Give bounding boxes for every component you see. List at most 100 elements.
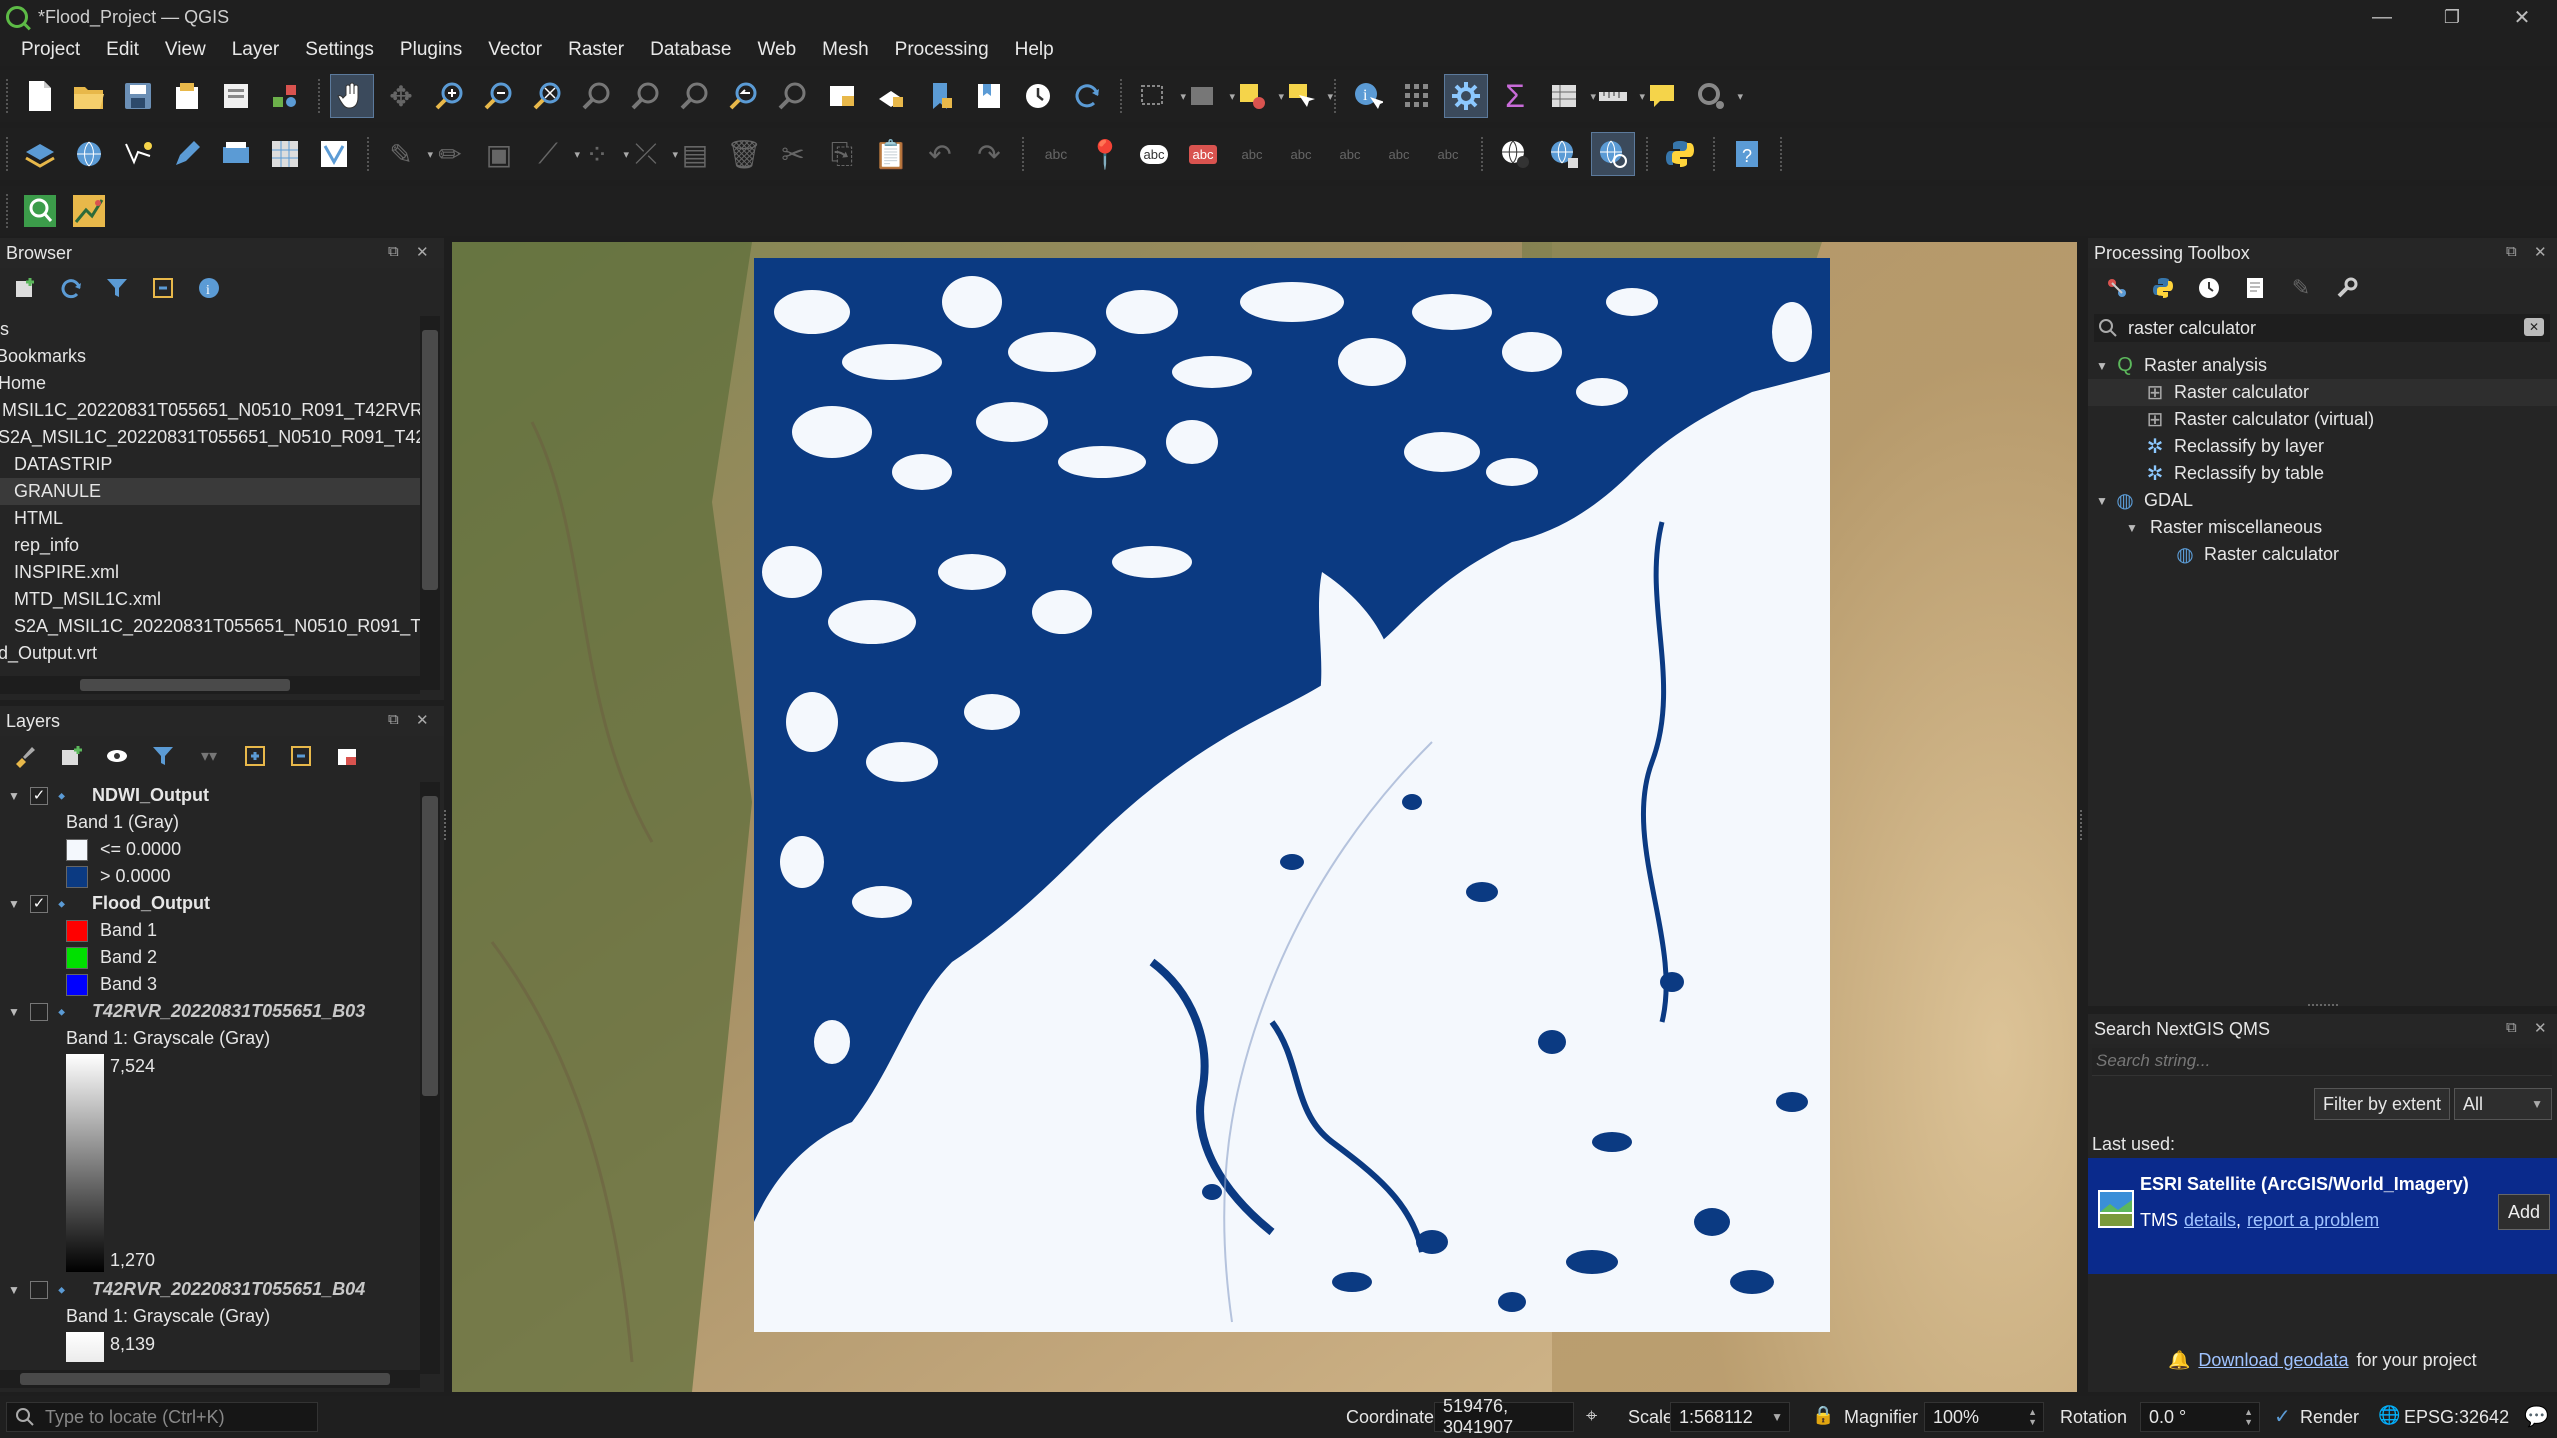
locator-search-field[interactable]: Type to locate (Ctrl+K) [6, 1402, 318, 1432]
statistical-summary-icon[interactable]: Σ [1493, 74, 1537, 118]
add-layer-icon[interactable] [67, 132, 111, 176]
toolbar-grip[interactable] [6, 79, 10, 113]
right-dock-splitter[interactable] [2080, 810, 2088, 840]
modify-attributes-icon[interactable]: ⤫ ▾ [624, 132, 678, 176]
browser-horizontal-scrollbar[interactable] [0, 676, 420, 694]
collapse-toggle-icon[interactable]: ▼ [2122, 521, 2142, 535]
models-icon[interactable] [2100, 271, 2134, 305]
browser-item-mtd[interactable]: MTD_MSIL1C.xml [0, 586, 420, 613]
browser-item-home[interactable]: Home [0, 370, 420, 397]
processing-options-icon[interactable] [2330, 271, 2364, 305]
zoom-next-icon[interactable] [771, 74, 815, 118]
label-tool-icon[interactable]: abc [1034, 132, 1078, 176]
menu-mesh[interactable]: Mesh [809, 39, 881, 61]
magnifier-field[interactable]: 100% ▲ ▼ [1924, 1402, 2044, 1432]
close-panel-icon[interactable]: ✕ [2534, 1019, 2547, 1037]
tree-group-raster-analysis[interactable]: ▼ Q Raster analysis [2088, 352, 2557, 379]
menu-edit[interactable]: Edit [93, 39, 152, 61]
render-checkbox[interactable]: ✓ [2274, 1404, 2294, 1428]
qms-service-card[interactable]: ESRI Satellite (ArcGIS/World_Imagery) TM… [2088, 1158, 2557, 1274]
edit-features-in-place-icon[interactable]: ✎ [2284, 271, 2318, 305]
manage-map-themes-icon[interactable] [100, 739, 134, 773]
open-layer-styling-icon[interactable] [8, 739, 42, 773]
menu-processing[interactable]: Processing [882, 39, 1002, 61]
move-label-icon[interactable]: abc [1377, 132, 1421, 176]
map-render[interactable] [452, 242, 2077, 1392]
collapse-toggle-icon[interactable]: ▼ [8, 1283, 22, 1297]
new-3d-map-view-icon[interactable] [869, 74, 913, 118]
pin-unpin-labels-icon[interactable]: abc [1279, 132, 1323, 176]
maximize-button[interactable]: ❐ [2420, 0, 2484, 34]
open-project-icon[interactable] [67, 74, 111, 118]
browser-item[interactable]: S2A_MSIL1C_20220831T055651_N0510_R091_T4… [0, 613, 420, 640]
menu-help[interactable]: Help [1002, 39, 1067, 61]
save-edits-icon[interactable]: ▣ [477, 132, 521, 176]
menu-web[interactable]: Web [744, 39, 809, 61]
attribute-table-icon[interactable]: ▾ [1542, 74, 1596, 118]
current-edits-icon[interactable]: ✎ ▾ [379, 132, 433, 176]
left-dock-splitter[interactable] [444, 810, 452, 840]
close-panel-icon[interactable]: ✕ [416, 243, 429, 261]
georeferencer-icon[interactable] [67, 189, 111, 233]
temporal-controller-icon[interactable] [1016, 74, 1060, 118]
locator-search-icon[interactable] [18, 189, 62, 233]
zoom-to-layer-icon[interactable] [624, 74, 668, 118]
tree-item-reclassify-by-layer[interactable]: ✲ Reclassify by layer [2088, 433, 2557, 460]
dock-splitter[interactable] [2308, 1004, 2338, 1008]
lock-scale-icon[interactable]: 🔒 [1812, 1405, 1834, 1426]
tree-item-gdal-raster-calculator[interactable]: ◍ Raster calculator [2088, 541, 2557, 568]
collapse-all-icon[interactable] [284, 739, 318, 773]
digitize-icon[interactable] [165, 132, 209, 176]
browser-item-datastrip[interactable]: DATASTRIP [0, 451, 420, 478]
browser-item-bookmarks[interactable]: Bookmarks [0, 343, 420, 370]
scrollbar-thumb[interactable] [80, 679, 290, 691]
menu-project[interactable]: Project [8, 39, 93, 61]
new-map-view-icon[interactable] [820, 74, 864, 118]
pan-map-icon[interactable] [330, 74, 374, 118]
new-shapefile-icon[interactable] [116, 132, 160, 176]
zoom-last-icon[interactable] [722, 74, 766, 118]
browser-item-output-vrt[interactable]: d_Output.vrt [0, 640, 420, 666]
coordinate-field[interactable]: 519476, 3041907 [1434, 1396, 1574, 1437]
style-manager-icon[interactable] [263, 74, 307, 118]
float-panel-icon[interactable]: ⧉ [388, 711, 399, 728]
zoom-native-resolution-icon[interactable] [673, 74, 717, 118]
delete-selected-icon[interactable]: 🗑 [722, 132, 766, 176]
layer-labeling-icon[interactable]: abc [1132, 132, 1176, 176]
select-location-icon[interactable]: ▾ [1279, 74, 1333, 118]
scrollbar-thumb[interactable] [20, 1373, 390, 1385]
identify-features-icon[interactable]: i [1346, 74, 1390, 118]
layout-manager-icon[interactable] [214, 74, 258, 118]
layer-visibility-checkbox[interactable] [30, 1280, 48, 1299]
scrollbar-thumb[interactable] [422, 330, 438, 590]
rotate-label-icon[interactable]: abc [1426, 132, 1470, 176]
layer-visibility-checkbox[interactable]: ✓ [30, 894, 48, 913]
menu-plugins[interactable]: Plugins [387, 39, 475, 61]
toolbar-grip[interactable] [6, 137, 10, 171]
zoom-full-icon[interactable] [526, 74, 570, 118]
layer-ndwi-output[interactable]: ▼ ✓ ⬩ NDWI_Output [0, 782, 418, 809]
copy-features-icon[interactable]: ⎘ [820, 132, 864, 176]
layer-visibility-checkbox[interactable]: ✓ [30, 786, 48, 805]
layers-vertical-scrollbar[interactable] [420, 782, 440, 1374]
menu-database[interactable]: Database [637, 39, 744, 61]
plugin-tool-icon[interactable]: ▾ [1689, 74, 1743, 118]
python-console-icon[interactable] [1658, 132, 1702, 176]
close-button[interactable]: ✕ [2490, 0, 2554, 34]
cut-features-icon[interactable]: ✂ [771, 132, 815, 176]
expand-all-icon[interactable] [238, 739, 272, 773]
new-project-icon[interactable] [18, 74, 62, 118]
menu-raster[interactable]: Raster [555, 39, 637, 61]
processing-toolbox-icon[interactable] [1444, 74, 1488, 118]
zoom-in-icon[interactable] [428, 74, 472, 118]
history-icon[interactable] [2192, 271, 2226, 305]
processing-search-input[interactable]: raster calculator [2128, 318, 2256, 339]
layer-flood-output[interactable]: ▼ ✓ ⬩ Flood_Output [0, 890, 418, 917]
scripts-icon[interactable] [2146, 271, 2180, 305]
details-link[interactable]: details [2184, 1210, 2236, 1231]
browser-item-granule[interactable]: GRANULE [0, 478, 420, 505]
qms-filter-select[interactable]: All ▼ [2454, 1088, 2552, 1120]
scrollbar-thumb[interactable] [422, 796, 438, 1096]
refresh-browser-icon[interactable] [54, 271, 88, 305]
new-vector-layer-icon[interactable] [312, 132, 356, 176]
